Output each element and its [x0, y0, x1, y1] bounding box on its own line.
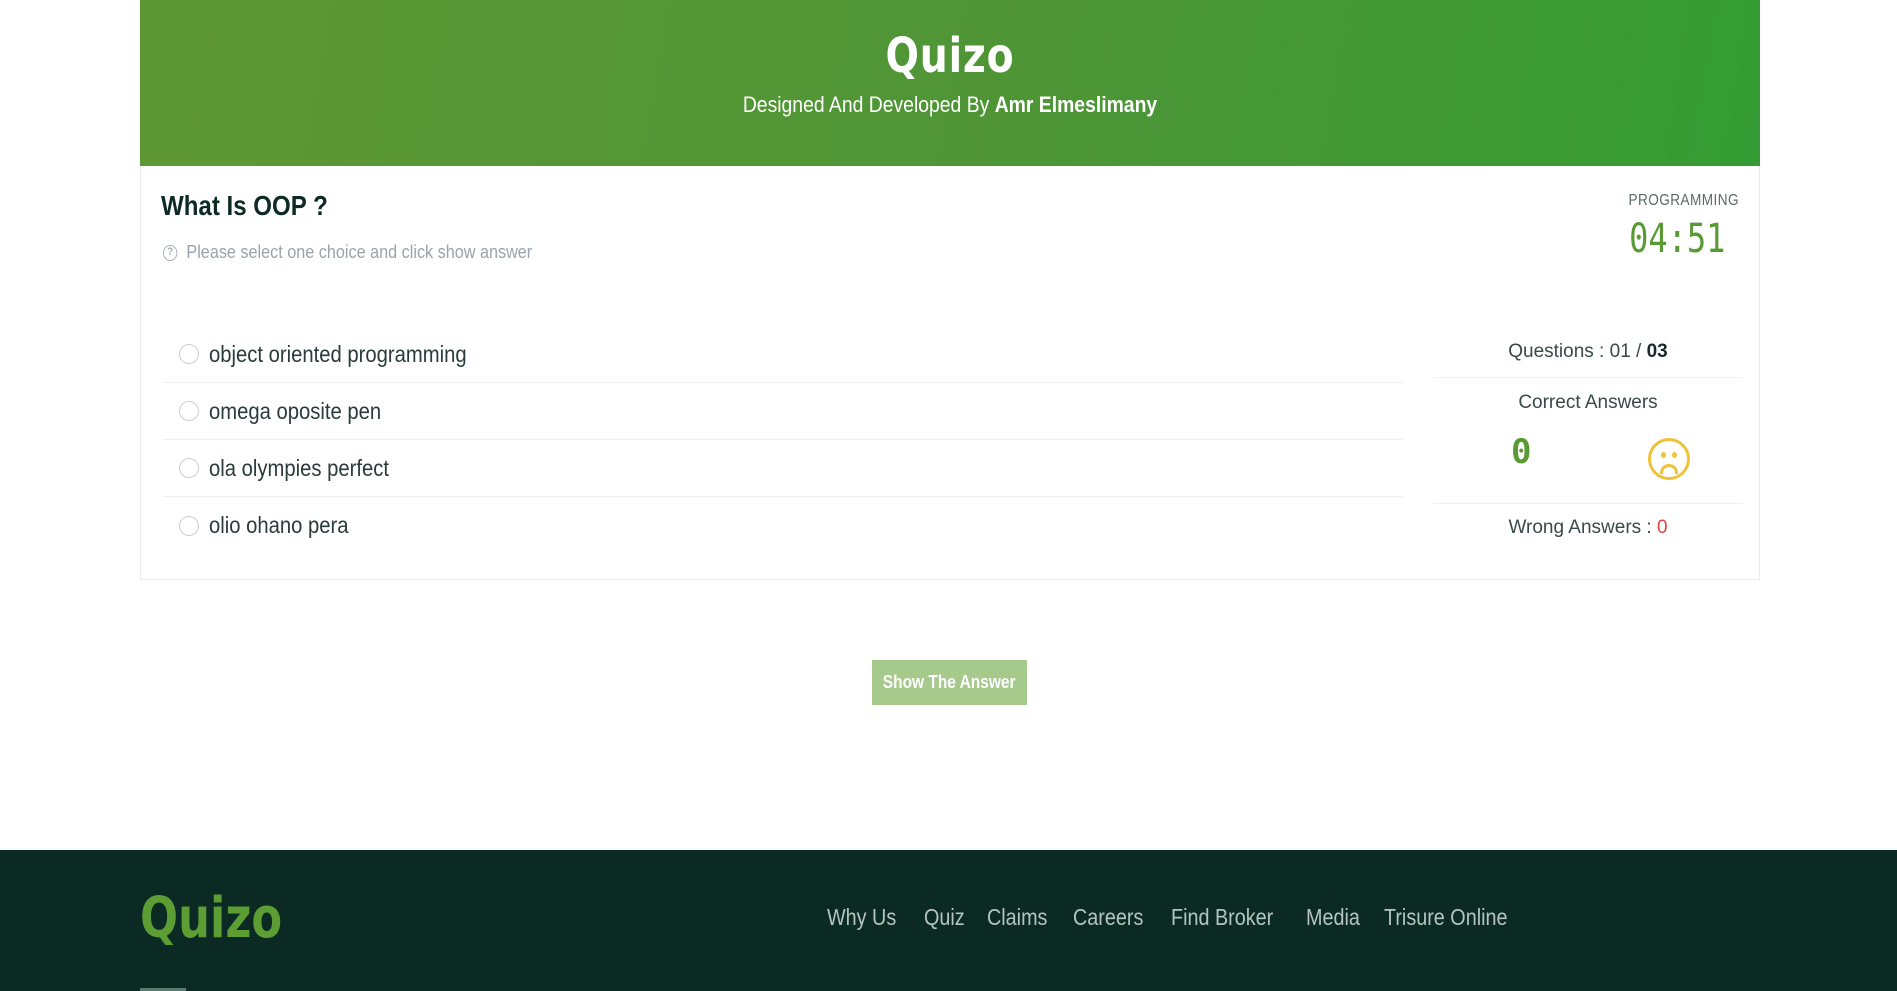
hint-text: Please select one choice and click show … — [186, 242, 533, 262]
header-brand: Quizo — [885, 28, 1015, 84]
site-footer: Quizo Why Us Quiz Claims Careers Find Br… — [0, 850, 1897, 991]
quiz-page: Quizo Designed And Developed By Amr Elme… — [0, 0, 1897, 991]
choice-radio[interactable] — [179, 344, 199, 364]
choices-list: object oriented programming omega oposit… — [163, 326, 1403, 554]
choice-option[interactable]: olio ohano pera — [163, 497, 1403, 554]
choice-label: omega oposite pen — [209, 397, 382, 424]
footer-link-claims[interactable]: Claims — [987, 904, 1047, 931]
footer-link-media[interactable]: Media — [1306, 904, 1360, 931]
choice-option[interactable]: omega oposite pen — [163, 383, 1403, 440]
choice-radio[interactable] — [179, 458, 199, 478]
wrong-label: Wrong Answers : — [1508, 517, 1652, 538]
credit-author: Amr Elmeslimany — [994, 92, 1158, 117]
questions-label: Questions : — [1508, 341, 1605, 362]
footer-link-quiz[interactable]: Quiz — [924, 904, 965, 931]
choice-radio[interactable] — [179, 515, 199, 536]
wrong-answers: Wrong Answers : 0 — [1433, 504, 1743, 552]
footer-link-trisure-online[interactable]: Trisure Online — [1384, 904, 1507, 931]
show-answer-button[interactable]: Show The Answer — [872, 660, 1027, 705]
footer-nav: Why Us Quiz Claims Careers Find Broker M… — [827, 904, 1520, 931]
choice-label: ola olympies perfect — [209, 454, 390, 481]
score-panel: Questions : 01 / 03 Correct Answers 0 Wr… — [1433, 326, 1743, 552]
sad-face-icon — [1648, 438, 1690, 480]
credit-prefix: Designed And Developed By — [742, 92, 990, 117]
footer-logo[interactable]: Quizo — [140, 886, 282, 951]
total-questions: 03 — [1646, 341, 1668, 362]
correct-count: 0 — [1511, 432, 1532, 472]
show-answer-label: Show The Answer — [883, 672, 1016, 692]
question-hint: ? Please select one choice and click sho… — [163, 242, 532, 263]
choice-option[interactable]: object oriented programming — [163, 326, 1403, 383]
question-category: PROGRAMMING — [1628, 192, 1739, 209]
choice-option[interactable]: ola olympies perfect — [163, 440, 1403, 497]
quiz-card: What Is OOP ? ? Please select one choice… — [140, 166, 1760, 580]
correct-label: Correct Answers — [1518, 392, 1658, 413]
correct-answers: Correct Answers 0 — [1433, 378, 1743, 504]
header-credit: Designed And Developed By Amr Elmesliman… — [237, 92, 1663, 118]
choice-radio[interactable] — [179, 401, 199, 421]
footer-link-why-us[interactable]: Why Us — [827, 904, 896, 931]
current-question: 01 — [1609, 341, 1631, 362]
footer-link-careers[interactable]: Careers — [1073, 904, 1143, 931]
countdown-timer: 04:51 — [1628, 216, 1725, 262]
question-title: What Is OOP ? — [161, 190, 328, 221]
help-circle-icon: ? — [163, 244, 178, 261]
counter-separator: / — [1636, 341, 1642, 362]
wrong-count: 0 — [1656, 517, 1668, 538]
footer-link-find-broker[interactable]: Find Broker — [1171, 904, 1273, 931]
questions-counter: Questions : 01 / 03 — [1433, 326, 1743, 378]
hero-header: Quizo Designed And Developed By Amr Elme… — [140, 0, 1760, 166]
choice-label: olio ohano pera — [209, 512, 349, 538]
choice-label: object oriented programming — [209, 340, 467, 367]
